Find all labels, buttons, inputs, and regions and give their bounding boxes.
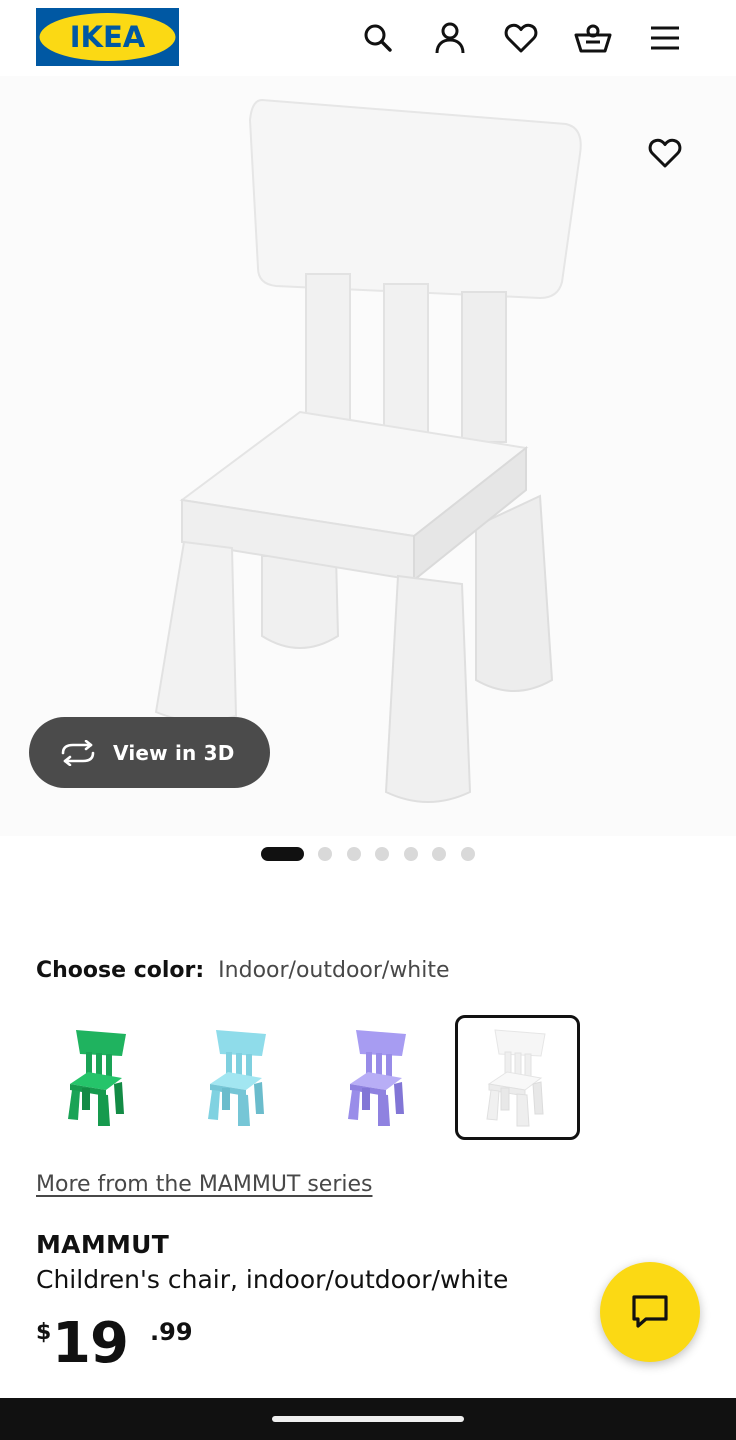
header: IKEA	[0, 0, 736, 76]
color-option-lilac[interactable]	[316, 1015, 441, 1140]
carousel-dot-active[interactable]	[261, 847, 304, 861]
cart-icon[interactable]	[571, 16, 615, 60]
price-decimal: .99	[150, 1318, 193, 1346]
system-navigation-bar	[0, 1398, 736, 1440]
chair-thumbnail-white	[485, 1028, 546, 1126]
product-description: Children's chair, indoor/outdoor/white	[36, 1265, 509, 1294]
search-icon[interactable]	[356, 16, 400, 60]
price-integer: 19	[52, 1311, 129, 1376]
carousel-dot[interactable]	[404, 847, 418, 861]
favorites-icon[interactable]	[499, 16, 543, 60]
chair-thumbnail-lilac	[347, 1029, 406, 1126]
logo-text: IKEA	[70, 20, 146, 54]
add-to-favorites-icon[interactable]	[642, 130, 688, 176]
account-icon[interactable]	[428, 16, 472, 60]
color-option-white-selected[interactable]	[455, 1015, 580, 1140]
ikea-logo[interactable]: IKEA	[36, 8, 179, 66]
carousel-dot[interactable]	[318, 847, 332, 861]
carousel-indicator	[0, 845, 736, 861]
series-link[interactable]: More from the MAMMUT series	[36, 1172, 373, 1197]
chat-icon	[632, 1295, 668, 1328]
choose-color-label: Choose color:	[36, 958, 205, 983]
color-option-green[interactable]	[36, 1015, 161, 1140]
chair-thumbnail-light-blue	[207, 1029, 266, 1126]
chat-button[interactable]	[600, 1262, 700, 1362]
color-option-light-blue[interactable]	[176, 1015, 301, 1140]
product-name: MAMMUT	[36, 1230, 170, 1259]
price-currency: $	[36, 1320, 52, 1345]
menu-icon[interactable]	[643, 16, 687, 60]
chair-thumbnail-green	[67, 1029, 126, 1126]
color-chooser-heading: Choose color: Indoor/outdoor/white	[36, 958, 450, 990]
carousel-dot[interactable]	[432, 847, 446, 861]
view-in-3d-button[interactable]: View in 3D	[29, 717, 270, 788]
home-indicator[interactable]	[272, 1416, 464, 1422]
rotate-3d-icon	[61, 739, 95, 766]
product-image-carousel[interactable]: View in 3D	[0, 76, 736, 836]
carousel-dot[interactable]	[347, 847, 361, 861]
carousel-dot[interactable]	[461, 847, 475, 861]
view-in-3d-label: View in 3D	[113, 740, 235, 765]
carousel-dot[interactable]	[375, 847, 389, 861]
selected-color-value: Indoor/outdoor/white	[218, 958, 450, 983]
